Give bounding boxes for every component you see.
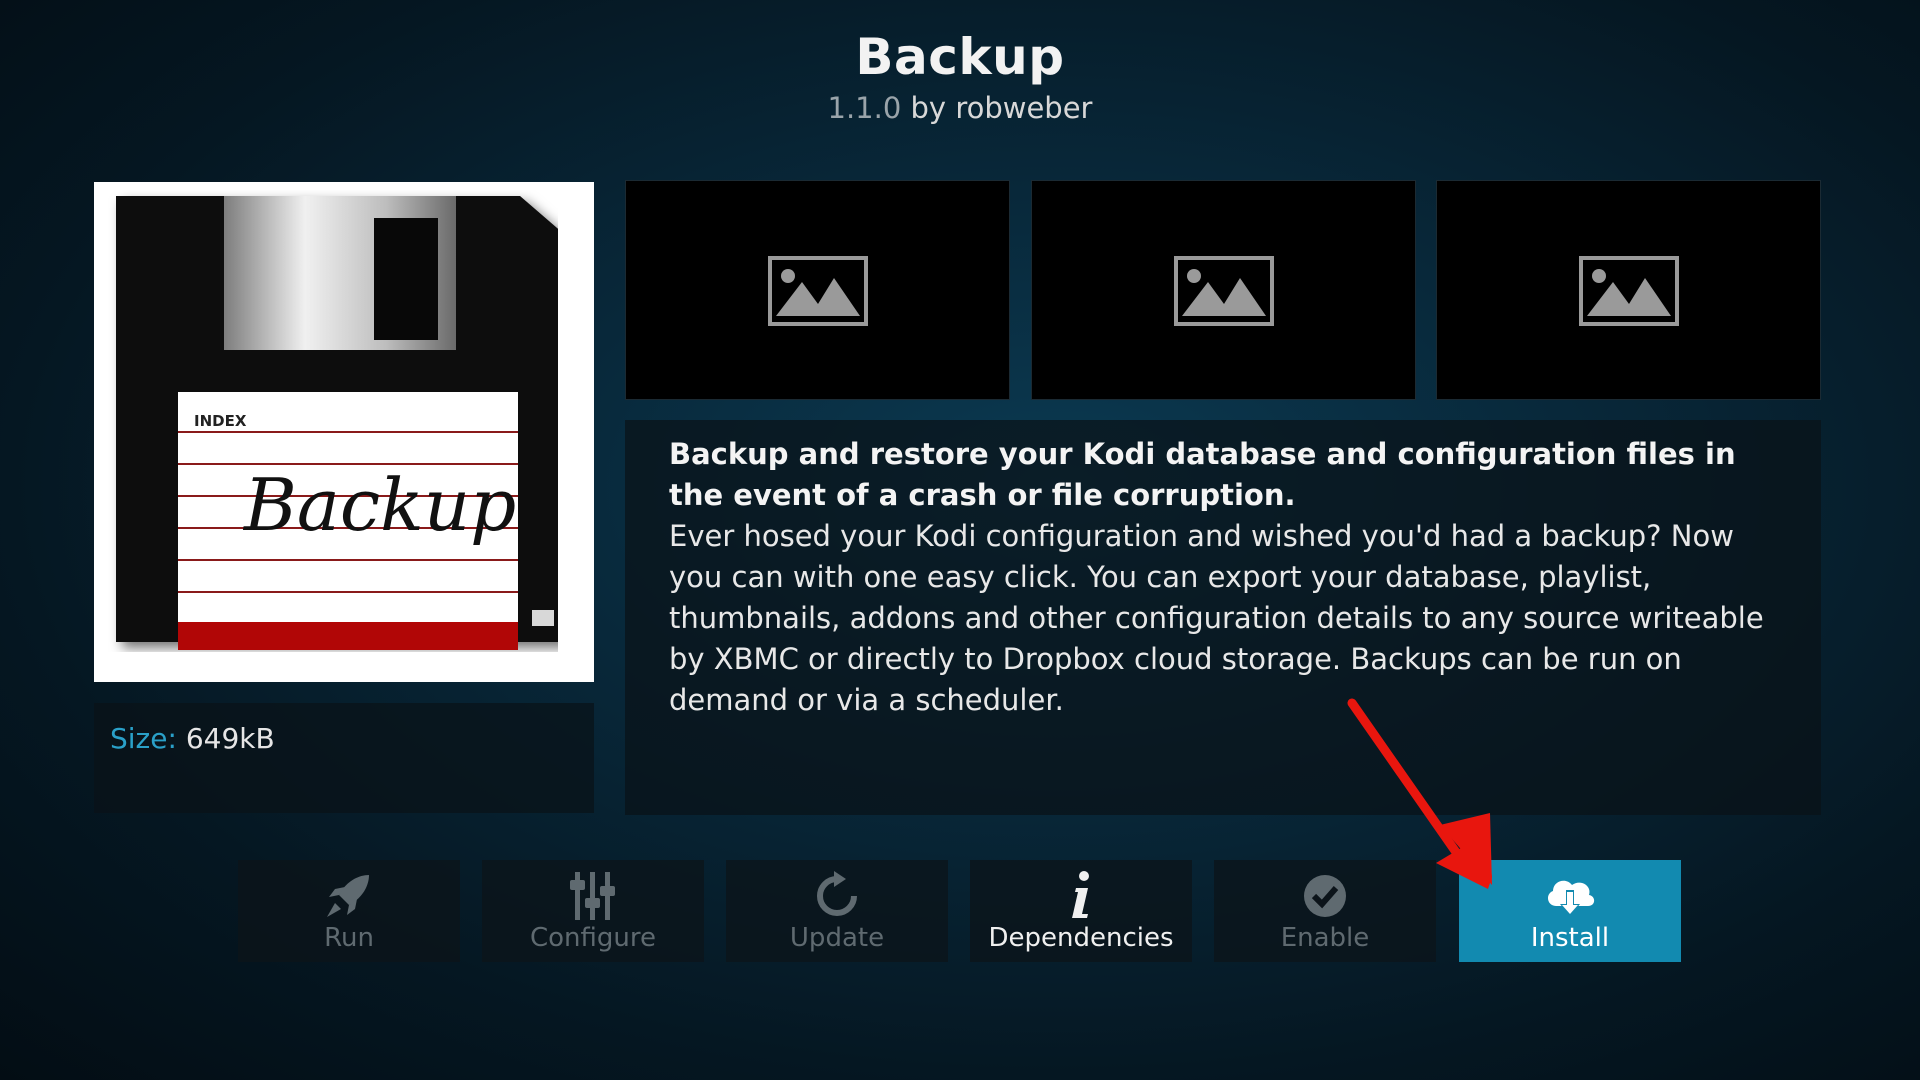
size-label: Size: [110, 722, 177, 755]
dependencies-label: Dependencies [988, 923, 1174, 953]
update-label: Update [789, 923, 885, 953]
image-placeholder-icon [768, 256, 868, 326]
screenshot-thumbnail-1[interactable] [625, 180, 1010, 400]
configure-label: Configure [529, 923, 656, 953]
description-panel: Backup and restore your Kodi database an… [625, 420, 1821, 815]
info-icon [970, 870, 1192, 922]
screenshot-thumbnail-2[interactable] [1031, 180, 1416, 400]
run-button[interactable]: Run [238, 860, 460, 962]
refresh-icon [726, 870, 948, 922]
image-placeholder-icon [1579, 256, 1679, 326]
checkmark-icon [1214, 870, 1436, 922]
image-placeholder-icon [1174, 256, 1274, 326]
size-value: 649kB [185, 722, 275, 755]
addon-version: 1.1.0 [827, 91, 902, 125]
configure-button[interactable]: Configure [482, 860, 704, 962]
sliders-icon [482, 870, 704, 922]
cloud-download-icon [1459, 870, 1681, 922]
addon-header: Backup 1.1.0 by robweber [0, 20, 1920, 128]
svg-text:INDEX: INDEX [194, 412, 247, 430]
description-body: Ever hosed your Kodi configuration and w… [669, 519, 1764, 717]
addon-icon: INDEX Backup [94, 182, 594, 682]
dependencies-button[interactable]: Dependencies [970, 860, 1192, 962]
addon-author: robweber [955, 91, 1093, 125]
enable-button[interactable]: Enable [1214, 860, 1436, 962]
run-label: Run [324, 923, 374, 953]
floppy-disk-icon: INDEX Backup [116, 196, 558, 650]
enable-label: Enable [1280, 923, 1370, 953]
install-label: Install [1530, 923, 1610, 953]
svg-text:Backup: Backup [242, 463, 516, 547]
screenshot-thumbnail-3[interactable] [1436, 180, 1821, 400]
info-panel: Size: 649kB [94, 703, 594, 813]
addon-title: Backup [855, 28, 1065, 86]
update-button[interactable]: Update [726, 860, 948, 962]
description-summary: Backup and restore your Kodi database an… [669, 437, 1736, 512]
addon-subtitle: 1.1.0 by robweber [0, 88, 1920, 128]
author-prefix: by [910, 91, 947, 125]
rocket-icon [238, 870, 460, 922]
install-button[interactable]: Install [1459, 860, 1681, 962]
